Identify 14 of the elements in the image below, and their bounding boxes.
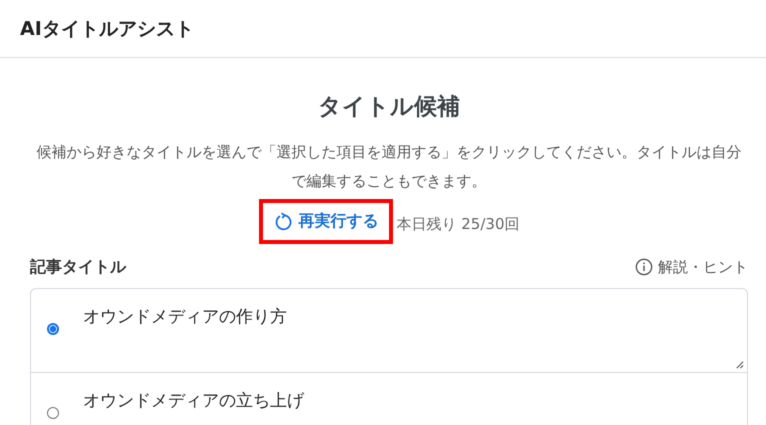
refresh-icon <box>272 212 292 232</box>
title-option[interactable]: オウンドメディアの立ち上げ <box>30 372 748 425</box>
info-icon <box>635 258 653 276</box>
panel-title: AIタイトルアシスト <box>20 16 194 42</box>
resize-handle-icon[interactable] <box>735 360 744 369</box>
hint-link[interactable]: 解説・ヒント <box>635 258 748 276</box>
radio-button[interactable] <box>47 407 59 419</box>
rerun-button[interactable]: 再実行する <box>258 199 392 244</box>
description-text: 候補から好きなタイトルを選んで「選択した項目を適用する」をクリックしてください。タイトルは自分で編集することもできます。 <box>36 142 742 192</box>
radio-button[interactable] <box>47 323 59 335</box>
remaining-count: 本日残り 25/30回 <box>396 215 520 234</box>
title-option[interactable]: オウンドメディアの作り方 <box>30 288 748 372</box>
section-heading: タイトル候補 <box>317 93 461 122</box>
field-label: 記事タイトル <box>30 256 126 278</box>
